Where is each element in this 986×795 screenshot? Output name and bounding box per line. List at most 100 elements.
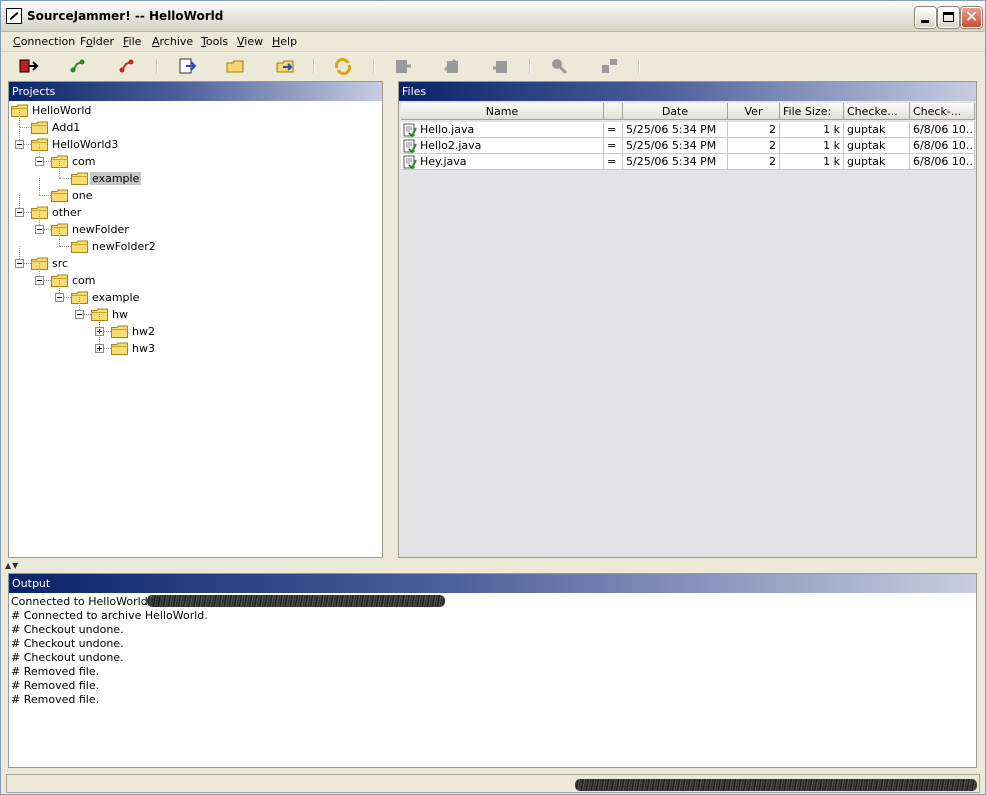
collapse-icon[interactable] [35, 157, 44, 166]
tree-connector [59, 161, 60, 178]
column-header[interactable] [604, 103, 623, 120]
refresh-button[interactable] [332, 56, 354, 76]
close-button[interactable]: ✕ [961, 7, 982, 28]
tree-connector [59, 229, 60, 246]
menu-label-suffix: onnection [20, 35, 76, 48]
column-header[interactable]: Check-... [910, 103, 975, 120]
menu-view[interactable]: View [234, 34, 266, 49]
tree-node[interactable]: other [9, 195, 379, 221]
expand-icon[interactable] [95, 344, 104, 353]
collapse-icon[interactable] [15, 140, 24, 149]
column-header[interactable]: Ver [728, 103, 780, 120]
toolbar [1, 52, 985, 80]
table-row[interactable]: Hey.java = 5/25/06 5:34 PM 2 1 k guptak 6/8/06… [401, 154, 975, 170]
add-file-button[interactable] [176, 56, 198, 76]
menu-label-suffix: elp [280, 35, 298, 48]
tree-node[interactable]: HelloWorld3 [9, 127, 379, 153]
minimize-button[interactable] [915, 7, 936, 28]
collapse-icon[interactable] [15, 259, 24, 268]
menu-connection[interactable]: Connection [10, 34, 78, 49]
expander-bar [57, 297, 62, 298]
undo-checkout-button[interactable] [490, 56, 512, 76]
connect-remote-button[interactable] [116, 56, 138, 76]
tree-node-label: hw [112, 308, 128, 321]
table-cell-date: 5/25/06 5:34 PM [623, 122, 728, 138]
menu-label-suffix: iew [244, 35, 264, 48]
table-cell-size: 1 k [780, 154, 844, 170]
maximize-icon [943, 12, 954, 22]
disconnect-button[interactable] [17, 56, 39, 76]
new-folder-button[interactable] [224, 56, 246, 76]
tree-node[interactable]: example [9, 161, 379, 187]
tree-node-label: hw2 [132, 325, 155, 338]
table-row[interactable]: Hello2.java = 5/25/06 5:34 PM 2 1 k guptak 6/8… [401, 138, 975, 154]
expander-bar [37, 161, 42, 162]
minimize-icon [921, 20, 929, 23]
connect-button[interactable] [67, 56, 89, 76]
table-row[interactable]: Hello.java = 5/25/06 5:34 PM 2 1 k guptak 6/8/… [401, 122, 975, 138]
tree-node[interactable]: hw3 [9, 331, 379, 357]
status-bar [6, 774, 980, 793]
tree-node-label: hw3 [132, 342, 155, 355]
collapse-icon[interactable] [15, 208, 24, 217]
checkin-icon [441, 56, 463, 79]
projects-header: Projects [9, 82, 382, 101]
tree-node-label: one [72, 189, 93, 202]
collapse-icon[interactable] [75, 310, 84, 319]
tree-node[interactable]: newFolder2 [9, 229, 379, 255]
menu-file[interactable]: File [120, 34, 144, 49]
tree-node[interactable]: com [9, 263, 379, 289]
redacted-connection-text [147, 595, 445, 607]
expander-bar [17, 263, 22, 264]
output-line: # Removed file. [11, 665, 100, 678]
checkin-button[interactable] [441, 56, 463, 76]
menu-archive[interactable]: Archive [149, 34, 196, 49]
tree-node[interactable]: HelloWorld [9, 102, 379, 119]
collapse-icon[interactable] [55, 293, 64, 302]
folder-icon [51, 189, 68, 202]
remove-button[interactable] [598, 56, 620, 76]
checkout-icon [392, 56, 414, 79]
files-table[interactable]: Name Date Ver File Size: Checke... Check-... H… [399, 101, 976, 557]
folder-icon [111, 342, 128, 355]
tree-node[interactable]: hw [9, 297, 379, 323]
menu-folder[interactable]: Folder [77, 34, 117, 49]
tree-connector [39, 178, 40, 195]
tree-node-label: Add1 [52, 121, 81, 134]
tree-node[interactable]: Add1 [9, 110, 379, 136]
output-log[interactable]: Connected to HelloWorld @ # Connected to … [9, 593, 976, 767]
table-cell-size: 1 k [780, 122, 844, 138]
column-header[interactable]: Name [401, 103, 604, 120]
tree-node[interactable]: src [9, 246, 379, 272]
collapse-icon[interactable] [35, 276, 44, 285]
splitter-arrows-icon[interactable]: ▲▼ [5, 561, 19, 570]
java-file-icon [403, 155, 417, 169]
collapse-icon[interactable] [35, 225, 44, 234]
menu-help[interactable]: Help [269, 34, 300, 49]
tree-node[interactable]: one [9, 178, 379, 204]
maximize-button[interactable] [938, 7, 959, 28]
column-header[interactable]: File Size: [780, 103, 844, 120]
connect-remote-icon [116, 56, 138, 79]
title-bar[interactable]: SourceJammer! -- HelloWorld ✕ [1, 1, 985, 32]
tree-node[interactable]: example [9, 280, 379, 306]
column-header[interactable]: Checke... [844, 103, 910, 120]
projects-tree[interactable]: HelloWorld Add1 HelloWorld3 com example one ot… [9, 101, 382, 557]
table-cell-checked-by: guptak [844, 138, 910, 154]
table-cell-name: Hello.java [401, 122, 604, 138]
tree-node[interactable]: newFolder [9, 212, 379, 238]
folder-icon [71, 172, 88, 185]
search-button[interactable] [548, 56, 570, 76]
file-name: Hello.java [420, 123, 475, 136]
checkout-button[interactable] [392, 56, 414, 76]
table-cell-ver: 2 [728, 154, 780, 170]
move-folder-button[interactable] [274, 56, 296, 76]
menu-tools[interactable]: Tools [198, 34, 231, 49]
refresh-icon [332, 56, 354, 79]
tree-node[interactable]: hw2 [9, 314, 379, 340]
column-header[interactable]: Date [623, 103, 728, 120]
file-name: Hello2.java [420, 139, 482, 152]
table-cell-checked-by: guptak [844, 122, 910, 138]
toolbar-separator [156, 59, 158, 73]
tree-node[interactable]: com [9, 144, 379, 170]
